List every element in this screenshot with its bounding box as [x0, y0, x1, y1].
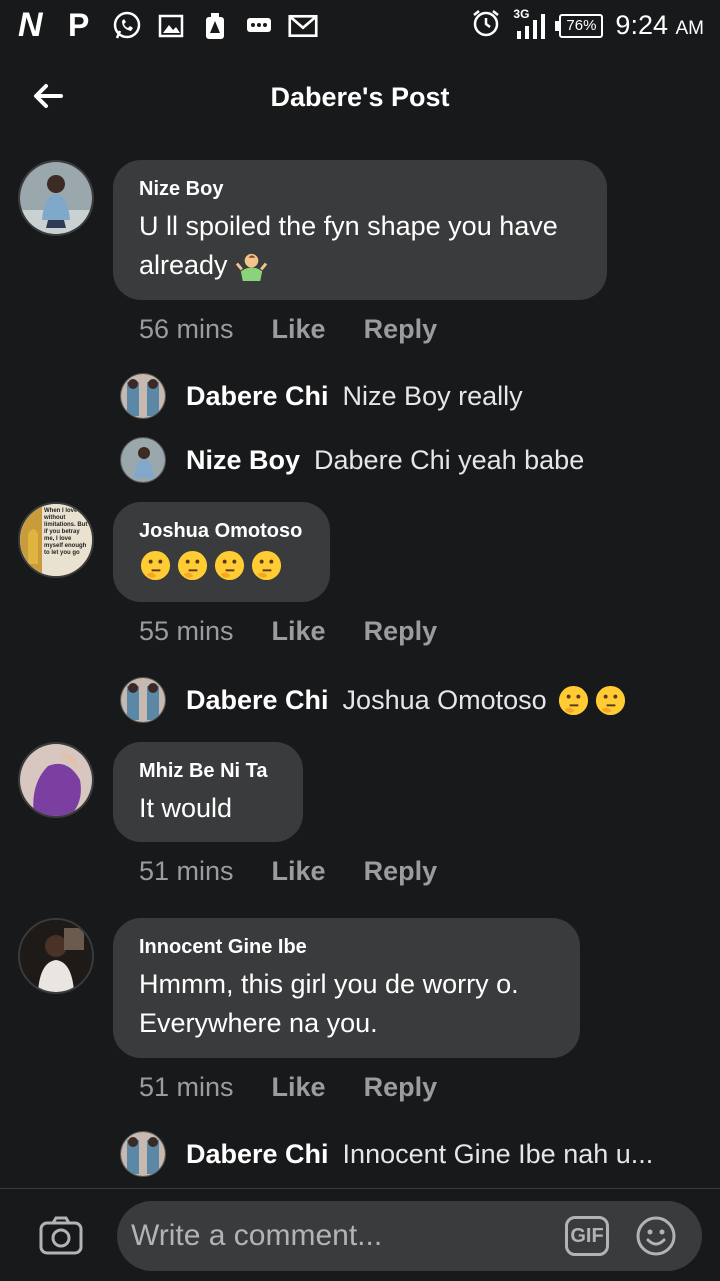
- comment-author[interactable]: Joshua Omotoso: [139, 520, 304, 543]
- like-button[interactable]: Like: [272, 314, 326, 345]
- thinking-face-icon: [140, 550, 171, 581]
- post-header: Dabere's Post: [0, 60, 720, 136]
- alarm-icon: [471, 8, 501, 43]
- thinking-face-icon: [558, 685, 588, 715]
- reply-emojis: [557, 684, 627, 717]
- comment-author[interactable]: Innocent Gine Ibe: [139, 936, 554, 959]
- comment-actions: 56 mins Like Reply: [139, 314, 437, 345]
- reply-text: Nize Boy really: [342, 380, 523, 411]
- like-button[interactable]: Like: [272, 856, 326, 887]
- alert-icon: [200, 11, 230, 41]
- thinking-face-icon: [595, 685, 625, 715]
- thinking-face-icon: [177, 550, 208, 581]
- emoji-icon[interactable]: [635, 1215, 677, 1257]
- comment-author[interactable]: Mhiz Be Ni Ta: [139, 760, 277, 783]
- battery-indicator: 76%: [555, 13, 604, 38]
- reply-item[interactable]: Dabere Chi Nize Boy really: [120, 372, 523, 420]
- person-shrugging-icon: [235, 254, 268, 282]
- like-button[interactable]: Like: [272, 1072, 326, 1103]
- comment-bubble[interactable]: Joshua Omotoso: [113, 502, 330, 602]
- reply-author[interactable]: Nize Boy: [186, 445, 300, 476]
- reply-text: Innocent Gine Ibe nah u...: [342, 1138, 654, 1169]
- page-title: Dabere's Post: [270, 82, 450, 112]
- gif-button[interactable]: GIF: [565, 1216, 609, 1256]
- avatar[interactable]: [18, 160, 94, 236]
- n-app-icon: N: [18, 6, 43, 44]
- comment-actions: 55 mins Like Reply: [139, 616, 437, 647]
- comment-actions: 51 mins Like Reply: [139, 856, 437, 887]
- comment-time: 55 mins: [139, 616, 234, 646]
- comment-actions: 51 mins Like Reply: [139, 1072, 437, 1103]
- comment-list[interactable]: Nize Boy U ll spoiled the fyn shape you …: [0, 150, 720, 1185]
- whatsapp-icon: [112, 11, 142, 41]
- status-bar: N P 3G 76% 9:24 AM: [0, 0, 720, 50]
- reply-text: Dabere Chi yeah babe: [314, 444, 585, 475]
- reply-item[interactable]: Dabere Chi Innocent Gine Ibe nah u...: [120, 1130, 653, 1178]
- reply-item[interactable]: Nize Boy Dabere Chi yeah babe: [120, 436, 584, 484]
- gallery-icon: [156, 11, 186, 41]
- comment-composer: Write a comment... GIF: [0, 1188, 720, 1281]
- like-button[interactable]: Like: [272, 616, 326, 647]
- avatar[interactable]: [120, 1131, 166, 1177]
- reply-author[interactable]: Dabere Chi: [186, 685, 329, 716]
- comment-bubble[interactable]: Nize Boy U ll spoiled the fyn shape you …: [113, 160, 607, 300]
- reply-text: Joshua Omotoso: [342, 684, 547, 715]
- comment-emojis: [139, 549, 304, 582]
- avatar[interactable]: When I love without limitations. But if …: [18, 502, 94, 578]
- clock: 9:24 AM: [615, 10, 704, 40]
- camera-icon[interactable]: [38, 1215, 84, 1257]
- comment-author[interactable]: Nize Boy: [139, 178, 581, 201]
- comment-input-placeholder: Write a comment...: [131, 1219, 383, 1252]
- comment-time: 51 mins: [139, 856, 234, 886]
- signal-icon: 3G: [513, 7, 547, 41]
- comment-time: 56 mins: [139, 314, 234, 344]
- avatar[interactable]: [18, 918, 94, 994]
- reply-button[interactable]: Reply: [364, 1072, 438, 1103]
- message-icon: [244, 11, 274, 41]
- reply-button[interactable]: Reply: [364, 314, 438, 345]
- reply-button[interactable]: Reply: [364, 616, 438, 647]
- comment-text: Hmmm, this girl you de worry o. Everywhe…: [139, 969, 519, 1038]
- reply-item[interactable]: Dabere Chi Joshua Omotoso: [120, 676, 627, 724]
- p-app-icon: P: [68, 7, 90, 43]
- comment-bubble[interactable]: Innocent Gine Ibe Hmmm, this girl you de…: [113, 918, 580, 1058]
- avatar[interactable]: [120, 373, 166, 419]
- comment-time: 51 mins: [139, 1072, 234, 1102]
- avatar[interactable]: [120, 437, 166, 483]
- reply-author[interactable]: Dabere Chi: [186, 381, 329, 412]
- reply-author[interactable]: Dabere Chi: [186, 1139, 329, 1170]
- avatar[interactable]: [120, 677, 166, 723]
- avatar[interactable]: [18, 742, 94, 818]
- comment-text: U ll spoiled the fyn shape you have alre…: [139, 207, 581, 285]
- avatar-caption: When I love without limitations. But if …: [44, 508, 88, 556]
- thinking-face-icon: [251, 550, 282, 581]
- comment-text: It would: [139, 793, 233, 823]
- comment-input[interactable]: Write a comment... GIF: [117, 1201, 702, 1271]
- thinking-face-icon: [214, 550, 245, 581]
- reply-button[interactable]: Reply: [364, 856, 438, 887]
- gmail-icon: [288, 11, 318, 41]
- comment-bubble[interactable]: Mhiz Be Ni Ta It would: [113, 742, 303, 842]
